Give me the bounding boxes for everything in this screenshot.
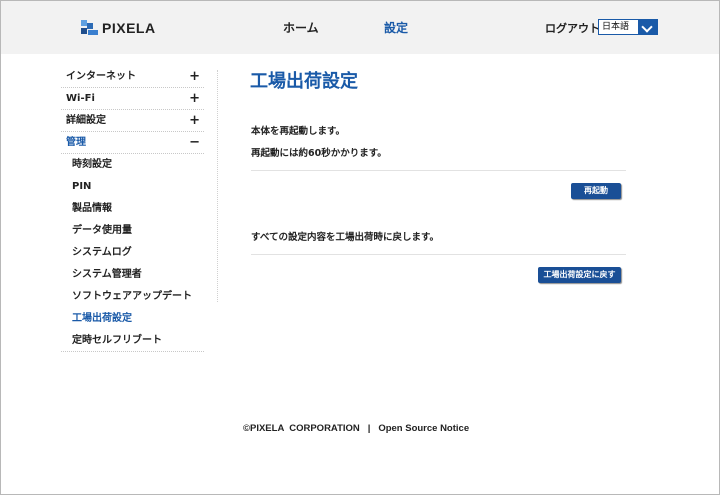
divider — [251, 254, 626, 255]
nav-settings-link[interactable]: 設定 — [384, 19, 408, 36]
reboot-description-2: 再起動には約60秒かかります。 — [251, 148, 387, 159]
pixela-logo[interactable]: PIXELA — [81, 18, 156, 38]
collapse-minus-icon[interactable]: − — [189, 132, 200, 154]
sidebar-subitem-product-info[interactable]: 製品情報 — [61, 198, 204, 220]
sidebar-item-management[interactable]: 管理 − — [61, 132, 204, 154]
copyright-text: ©PIXELA CORPORATION — [243, 423, 360, 434]
divider — [251, 170, 626, 171]
sidebar-item-label: Wi-Fi — [66, 93, 95, 104]
sidebar-subitem-factory-reset[interactable]: 工場出荷設定 — [61, 308, 204, 330]
expand-plus-icon[interactable]: + — [189, 110, 200, 132]
top-header: PIXELA ホーム 設定 ログアウト 日本語 — [1, 1, 719, 54]
nav-home-link[interactable]: ホーム — [283, 19, 319, 36]
footer-separator: | — [367, 423, 371, 434]
sidebar-subitem-pin[interactable]: PIN — [61, 176, 204, 198]
language-selected-value: 日本語 — [602, 22, 630, 32]
open-source-notice-link[interactable]: Open Source Notice — [378, 423, 469, 434]
expand-plus-icon[interactable]: + — [189, 88, 200, 110]
sidebar-subitem-system-admin[interactable]: システム管理者 — [61, 264, 204, 286]
sidebar-subitem-software-update[interactable]: ソフトウェアアップデート — [61, 286, 204, 308]
factory-reset-button[interactable]: 工場出荷設定に戻す — [538, 267, 621, 283]
sidebar-item-advanced[interactable]: 詳細設定 + — [61, 110, 204, 132]
page-title: 工場出荷設定 — [250, 71, 358, 92]
sidebar-item-internet[interactable]: インターネット + — [61, 66, 204, 88]
sidebar-subitem-scheduled-reboot[interactable]: 定時セルフリブート — [61, 330, 204, 352]
sidebar-menu: インターネット + Wi-Fi + 詳細設定 + 管理 − 時刻設定 PIN 製… — [61, 66, 204, 352]
sidebar-subitem-time[interactable]: 時刻設定 — [61, 154, 204, 176]
pixela-logo-icon — [81, 20, 99, 36]
reboot-button[interactable]: 再起動 — [571, 183, 621, 199]
sidebar-item-label: インターネット — [66, 71, 136, 82]
sidebar-subitem-system-log[interactable]: システムログ — [61, 242, 204, 264]
sidebar-divider — [217, 70, 218, 302]
sidebar-subitem-data-usage[interactable]: データ使用量 — [61, 220, 204, 242]
sidebar-item-label: 詳細設定 — [66, 115, 106, 126]
logo-text: PIXELA — [102, 20, 156, 36]
sidebar-item-label: 管理 — [66, 137, 86, 148]
sidebar-item-wifi[interactable]: Wi-Fi + — [61, 88, 204, 110]
reset-description: すべての設定内容を工場出荷時に戻します。 — [251, 232, 440, 243]
chevron-down-icon[interactable] — [638, 20, 657, 34]
footer: ©PIXELA CORPORATION | Open Source Notice — [243, 423, 469, 434]
reboot-description-1: 本体を再起動します。 — [251, 126, 346, 137]
language-select[interactable]: 日本語 — [598, 19, 658, 35]
logout-link[interactable]: ログアウト — [545, 20, 600, 36]
expand-plus-icon[interactable]: + — [189, 66, 200, 88]
